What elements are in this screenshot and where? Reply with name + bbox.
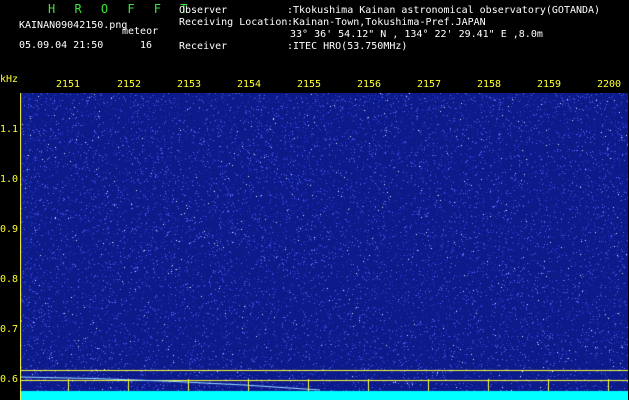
x-tick-label: 2158 <box>476 79 502 90</box>
y-axis-unit: kHz <box>0 74 19 85</box>
x-tick-label: 2154 <box>236 79 262 90</box>
receiver-label: Receiver <box>179 41 228 52</box>
x-tick-label: 2157 <box>416 79 442 90</box>
y-tick-label: 1.1 <box>0 124 19 135</box>
x-tick-label: 2156 <box>356 79 382 90</box>
location-label: Receiving Location <box>179 17 288 28</box>
y-tick-label: 0.9 <box>0 224 19 235</box>
y-tick-label: 1.0 <box>0 174 19 185</box>
x-tick-label: 2153 <box>176 79 202 90</box>
y-tick-label: 0.6 <box>0 374 19 385</box>
x-tick-label: 2155 <box>296 79 322 90</box>
spectrogram-plot <box>20 93 628 400</box>
coordinates: 33° 36' 54.12" N , 134° 22' 29.41" E ,8.… <box>290 29 543 40</box>
y-tick-label: 0.8 <box>0 274 19 285</box>
observer-label: Observer <box>179 5 228 16</box>
meteor-count: 16 <box>140 40 153 51</box>
x-tick-label: 2151 <box>55 79 81 90</box>
receiver-value: :ITEC HRO(53.750MHz) <box>287 41 408 52</box>
x-tick-label: 2200 <box>596 79 622 90</box>
y-tick-label: 0.7 <box>0 324 19 335</box>
location-value: :Kainan-Town,Tokushima-Pref.JAPAN <box>287 17 486 28</box>
x-tick-label: 2159 <box>536 79 562 90</box>
filename: KAINAN09042150.png <box>19 20 128 31</box>
observer-value: :Tkokushima Kainan astronomical observat… <box>287 5 601 16</box>
datetime: 05.09.04 21:50 <box>19 40 104 51</box>
x-tick-label: 2152 <box>116 79 142 90</box>
meteor-label: meteor <box>122 26 159 37</box>
app-title: H R O F F T <box>48 2 194 16</box>
